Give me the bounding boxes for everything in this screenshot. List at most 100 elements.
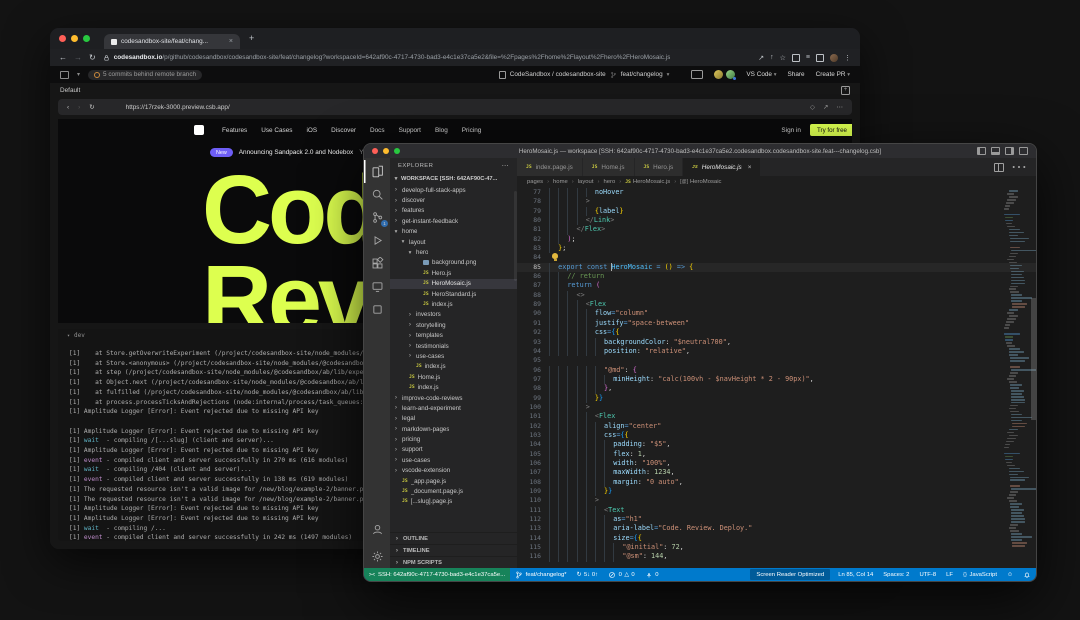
problems-status-item[interactable]: 0 △ 0 [603, 568, 640, 581]
code-line[interactable]: 107maxWidth: 1234, [517, 468, 1036, 477]
editor-tab[interactable]: JSindex.page.js [517, 158, 583, 176]
outline-section[interactable]: ›OUTLINE [390, 532, 517, 544]
browser-profile-avatar[interactable] [830, 54, 838, 62]
collaborator-avatar[interactable] [726, 70, 735, 79]
minimize-window-button[interactable] [383, 148, 389, 154]
minimize-window-button[interactable] [71, 35, 78, 42]
code-line[interactable]: 92css={{ [517, 328, 1036, 337]
code-line[interactable]: 90flow="column" [517, 309, 1036, 318]
toggle-secondary-sidebar-icon[interactable] [1005, 147, 1014, 155]
code-line[interactable]: 81</Flex> [517, 225, 1036, 234]
share-icon[interactable]: ↑ [770, 54, 774, 61]
site-nav-item[interactable]: Support [399, 127, 421, 134]
code-line[interactable]: 83}; [517, 244, 1036, 253]
preview-inspect-icon[interactable]: ◇ [810, 103, 815, 111]
bookmark-star-icon[interactable]: ☆ [780, 54, 786, 62]
code-line[interactable]: 100> [517, 403, 1036, 412]
back-icon[interactable]: ← [59, 53, 67, 62]
breadcrumb-item[interactable]: hero [603, 179, 615, 185]
feedback-smiley-icon[interactable]: ☺ [1002, 568, 1018, 581]
close-tab-icon[interactable]: × [748, 164, 752, 171]
editor-tab[interactable]: JSHero.js [635, 158, 684, 176]
tree-item[interactable]: JS[...slug].page.js [390, 497, 517, 507]
panel-toggle-icon[interactable] [60, 71, 69, 79]
code-line[interactable]: 93backgroundColor: "$neutral700", [517, 338, 1036, 347]
code-line[interactable]: 82); [517, 235, 1036, 244]
tree-item[interactable]: JS_app.page.js [390, 476, 517, 486]
remote-explorer-icon[interactable] [364, 275, 390, 298]
side-panel-icon[interactable] [816, 54, 824, 62]
code-line[interactable]: 80</Link> [517, 216, 1036, 225]
tree-item[interactable]: ›testimonials [390, 341, 517, 351]
forward-icon[interactable]: → [74, 53, 82, 62]
code-line[interactable]: 91justify="space-between" [517, 319, 1036, 328]
maximize-window-button[interactable] [394, 148, 400, 154]
tree-item[interactable]: ›storytelling [390, 320, 517, 330]
toggle-sidebar-icon[interactable] [977, 147, 986, 155]
code-line[interactable]: 101<Flex [517, 412, 1036, 421]
editor-tab[interactable]: JSHeroMosaic.js× [683, 158, 761, 176]
breadcrumbs[interactable]: pages›home›layout›hero›JSHeroMosaic.js›[… [517, 176, 1036, 188]
share-button[interactable]: Share [788, 71, 805, 78]
editor-more-icon[interactable]: ⋯ [1011, 157, 1027, 177]
site-logo[interactable] [194, 125, 204, 135]
remote-indicator[interactable]: >< SSH: 642af90c-4717-4730-bad3-e4c1e37c… [364, 568, 510, 581]
code-line[interactable]: 115"@initial": 72, [517, 543, 1036, 552]
timeline-section[interactable]: ›TIMELINE [390, 544, 517, 556]
npm-scripts-section[interactable]: ›NPM SCRIPTS [390, 556, 517, 568]
language-status[interactable]: {} JavaScript [958, 568, 1002, 581]
tree-item[interactable]: ›improve-code-reviews [390, 393, 517, 403]
code-line[interactable]: 86// return [517, 272, 1036, 281]
code-line[interactable]: 114size={{ [517, 534, 1036, 543]
site-nav-item[interactable]: Blog [435, 127, 448, 134]
code-line[interactable]: 108margin: "0 auto", [517, 478, 1036, 487]
minimap[interactable] [1003, 190, 1030, 548]
behind-branch-badge[interactable]: 5 commits behind remote branch [88, 70, 202, 80]
code-line[interactable]: 87return ( [517, 281, 1036, 290]
close-window-button[interactable] [59, 35, 66, 42]
code-line[interactable]: 105flex: 1, [517, 450, 1036, 459]
tree-item[interactable]: JS_document.page.js [390, 486, 517, 496]
code-line[interactable]: 96"@md": { [517, 366, 1036, 375]
tree-item[interactable]: ›learn-and-experiment [390, 403, 517, 413]
collaborator-avatar[interactable] [714, 70, 723, 79]
code-line[interactable]: 113aria-label="Code. Review. Deploy." [517, 524, 1036, 533]
tree-item[interactable]: ›discover [390, 195, 517, 205]
code-line[interactable]: 98}, [517, 384, 1036, 393]
code-line[interactable]: 84 [517, 253, 1036, 262]
sign-in-link[interactable]: Sign in [781, 127, 801, 134]
site-nav-item[interactable]: Docs [370, 127, 385, 134]
tree-item[interactable]: JSHome.js [390, 372, 517, 382]
vscode-window-controls[interactable] [372, 148, 400, 154]
tree-item[interactable]: JSindex.js [390, 299, 517, 309]
sidebar-more-icon[interactable]: ⋯ [502, 162, 509, 170]
code-line[interactable]: 89<Flex [517, 300, 1036, 309]
site-nav-item[interactable]: Use Cases [261, 127, 292, 134]
editor-tab[interactable]: JSHome.js [583, 158, 635, 176]
extensions-puzzle-icon[interactable] [792, 54, 800, 62]
explorer-icon[interactable] [364, 160, 390, 183]
code-editor[interactable]: 77noHover78>79{label}80</Link>81</Flex>8… [517, 188, 1036, 568]
breadcrumb-item[interactable]: [@]HeroMosaic [680, 179, 721, 185]
tree-item[interactable]: ›use-cases [390, 455, 517, 465]
preview-reload-icon[interactable]: ↻ [89, 103, 94, 111]
code-line[interactable]: 97minHeight: "calc(100vh - $navHeight * … [517, 375, 1036, 384]
tree-item[interactable]: ›markdown-pages [390, 424, 517, 434]
code-line[interactable]: 79{label} [517, 207, 1036, 216]
tree-item[interactable]: ▾hero [390, 247, 517, 257]
customize-layout-icon[interactable] [1019, 147, 1028, 155]
settings-gear-icon[interactable] [364, 545, 390, 568]
add-pane-icon[interactable]: + [841, 86, 850, 95]
notifications-bell-icon[interactable] [1018, 568, 1036, 581]
workspace-root-item[interactable]: ▾ WORKSPACE [SSH: 642AF90C-47... [390, 173, 517, 185]
screen-share-icon[interactable] [691, 70, 703, 79]
toggle-panel-icon[interactable] [991, 147, 1000, 155]
vscode-menu-button[interactable]: VS Code ▾ [746, 71, 776, 78]
try-for-free-button[interactable]: Try for free [810, 124, 852, 136]
code-line[interactable]: 95 [517, 356, 1036, 365]
repo-breadcrumb[interactable]: CodeSandbox / codesandbox-site feat/chan… [499, 71, 670, 79]
code-line[interactable]: 110> [517, 496, 1036, 505]
browser-menu-kebab-icon[interactable]: ⋮ [844, 54, 851, 62]
window-controls[interactable] [59, 35, 90, 42]
search-icon[interactable] [364, 183, 390, 206]
